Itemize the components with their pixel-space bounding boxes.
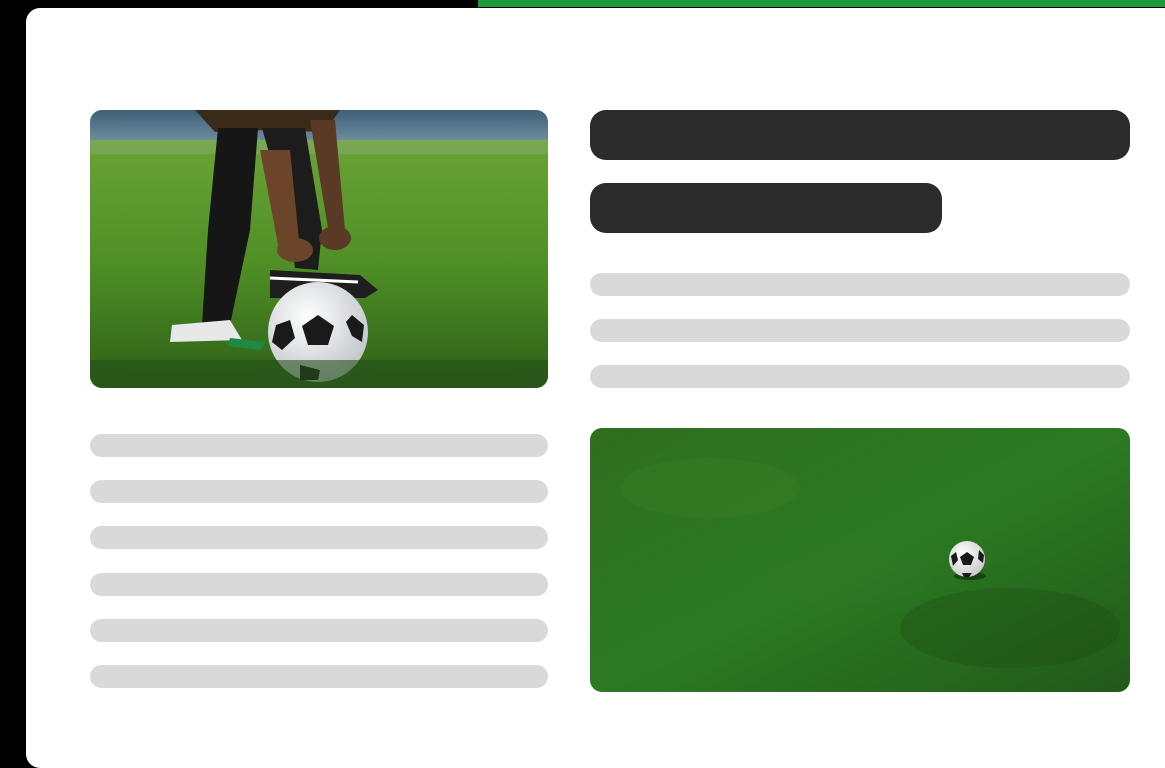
left-text-line-2 (90, 480, 548, 503)
right-text-line-3 (590, 365, 1130, 388)
left-text-line-1 (90, 434, 548, 457)
left-text-line-6 (90, 665, 548, 688)
ball-on-grass-illustration (590, 428, 1130, 692)
heading-placeholder-line-2 (590, 183, 942, 233)
heading-placeholder-line-1 (590, 110, 1130, 160)
player-with-ball-illustration (90, 110, 548, 388)
left-text-line-4 (90, 573, 548, 596)
player-with-ball-image (90, 110, 548, 388)
ball-on-grass-image (590, 428, 1130, 692)
left-text-line-3 (90, 526, 548, 549)
top-accent-bar (478, 0, 1165, 7)
right-text-line-2 (590, 319, 1130, 342)
right-text-line-1 (590, 273, 1130, 296)
left-text-line-5 (90, 619, 548, 642)
